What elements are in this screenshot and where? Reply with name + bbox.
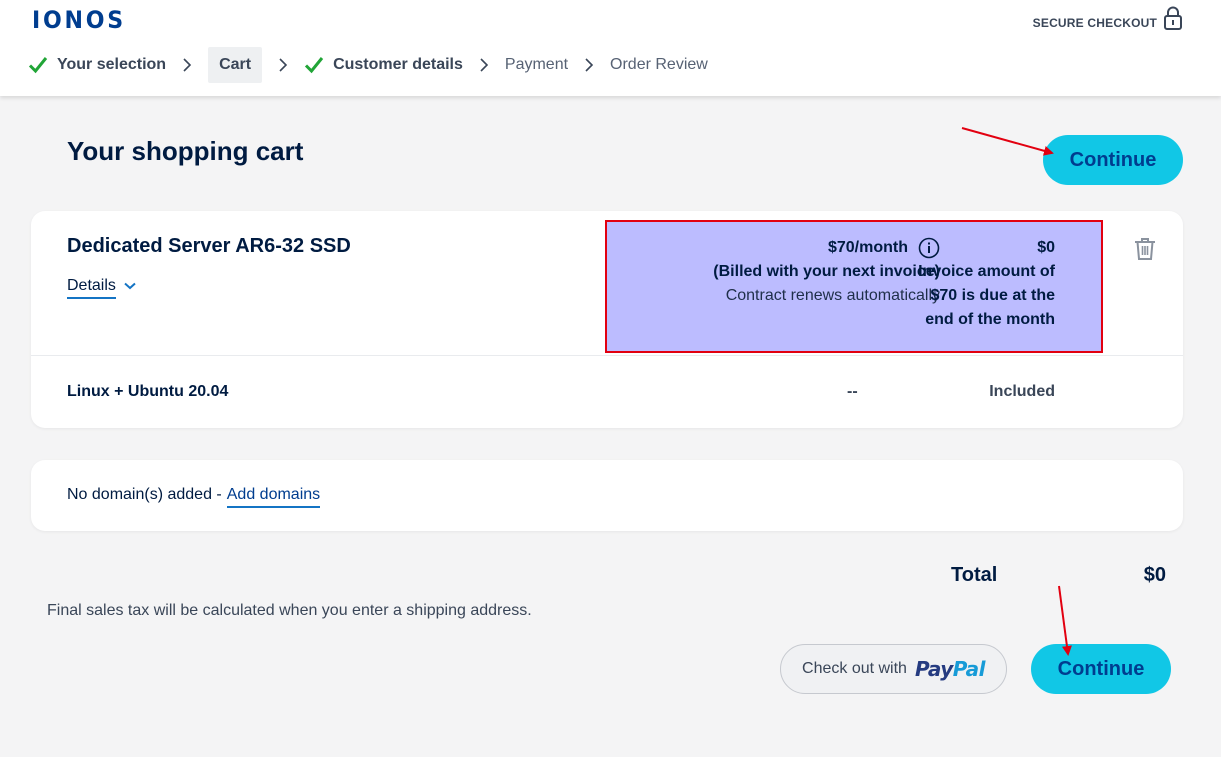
checkout-steps: Your selection Cart Customer details Pay… — [28, 47, 708, 83]
continue-button-top[interactable]: Continue — [1043, 135, 1183, 185]
paypal-logo: PayPal — [914, 657, 986, 681]
trash-icon[interactable] — [1134, 237, 1156, 261]
add-domains-link[interactable]: Add domains — [226, 486, 321, 508]
step-customer-details[interactable]: Customer details — [304, 47, 463, 83]
total-label: Total — [951, 564, 998, 586]
chevron-right-icon — [585, 58, 594, 72]
cart-item-card: Dedicated Server AR6-32 SSD Details $70/… — [31, 211, 1183, 428]
paypal-checkout-button[interactable]: Check out with PayPal — [780, 644, 1007, 694]
tax-note: Final sales tax will be calculated when … — [47, 602, 532, 619]
ionos-logo[interactable]: IONOS — [32, 6, 126, 34]
chevron-right-icon — [480, 58, 489, 72]
step-label: Order Review — [610, 56, 708, 73]
item-divider — [31, 355, 1183, 356]
step-your-selection[interactable]: Your selection — [28, 47, 166, 83]
checkout-header: IONOS SECURE CHECKOUT Your selection Car… — [0, 0, 1221, 96]
step-payment: Payment — [505, 47, 568, 83]
chevron-right-icon — [279, 58, 288, 72]
page-title: Your shopping cart — [67, 136, 304, 166]
step-label: Cart — [219, 56, 252, 73]
domains-card: No domain(s) added - Add domains — [31, 460, 1183, 531]
annotation-arrow-top — [961, 127, 1054, 156]
step-cart[interactable]: Cart — [208, 47, 263, 83]
chevron-right-icon — [183, 58, 192, 72]
product-name: Dedicated Server AR6-32 SSD — [67, 235, 351, 257]
step-label: Payment — [504, 56, 569, 73]
due-now-value: $0 — [1037, 239, 1055, 256]
domains-row: No domain(s) added - Add domains — [67, 486, 321, 508]
addon-price: Included — [989, 383, 1055, 400]
addon-monthly: -- — [847, 383, 858, 400]
total-value: $0 — [1143, 564, 1166, 586]
chevron-down-icon — [124, 282, 136, 290]
invoice-line: $70 is due at the — [930, 287, 1056, 304]
due-now-column: $0 Invoice amount of $70 is due at the e… — [895, 236, 1055, 332]
no-domains-text: No domain(s) added - — [67, 486, 222, 503]
secure-checkout: SECURE CHECKOUT — [1033, 6, 1183, 30]
step-label: Customer details — [333, 56, 463, 73]
check-icon — [28, 57, 48, 74]
continue-button-bottom[interactable]: Continue — [1031, 644, 1171, 694]
invoice-line: Invoice amount of — [918, 263, 1055, 280]
details-toggle[interactable]: Details — [67, 277, 136, 299]
details-label: Details — [67, 277, 116, 299]
step-label: Your selection — [57, 56, 167, 73]
paypal-label: Check out with — [802, 660, 907, 677]
step-order-review: Order Review — [610, 47, 708, 83]
lock-icon — [1164, 6, 1182, 30]
addon-name: Linux + Ubuntu 20.04 — [67, 383, 229, 400]
secure-checkout-label: SECURE CHECKOUT — [1032, 16, 1157, 30]
check-icon — [305, 57, 324, 74]
invoice-line: end of the month — [925, 311, 1055, 328]
